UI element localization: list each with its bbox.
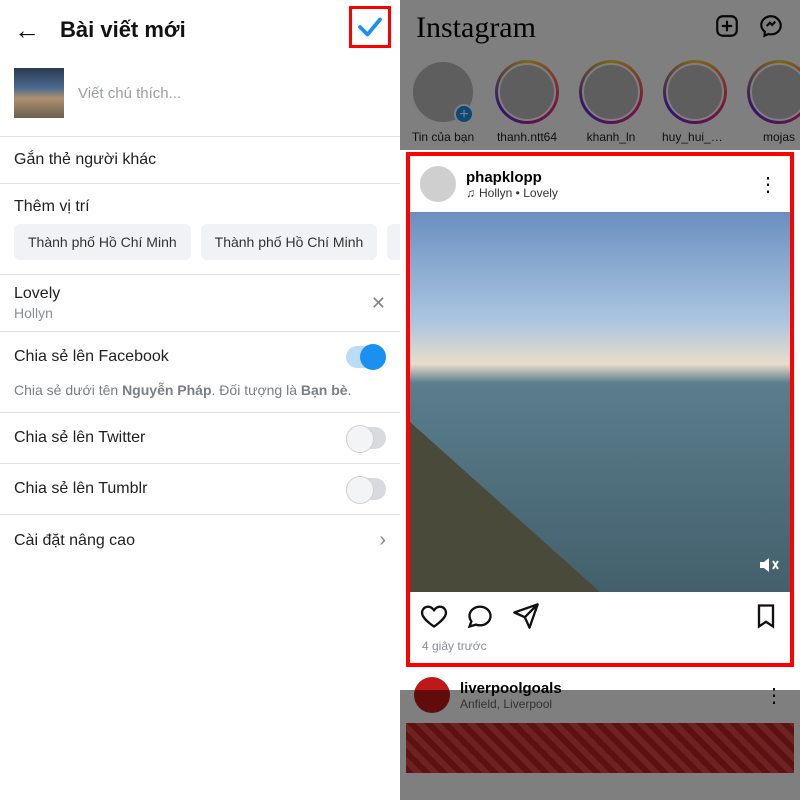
share-tumblr-toggle[interactable] (346, 478, 386, 500)
messenger-icon[interactable] (758, 13, 784, 44)
story-item[interactable]: khanh_ln (578, 60, 644, 144)
new-post-icon[interactable] (714, 13, 740, 44)
music-artist: Hollyn (14, 305, 386, 321)
save-icon[interactable] (752, 602, 780, 635)
story-item[interactable]: mojas (746, 60, 800, 144)
remove-music-icon[interactable]: ✕ (371, 293, 386, 314)
post-music[interactable]: ♫ Hollyn • Lovely (466, 186, 558, 200)
post-avatar[interactable] (420, 166, 456, 202)
story-label: mojas (763, 130, 795, 144)
share-facebook-sub: Chia sẻ dưới tên Nguyễn Pháp. Đối tượng … (0, 382, 400, 412)
location-chip[interactable]: Thành phố Hồ Chí Minh (14, 224, 191, 260)
share-facebook-row[interactable]: Chia sẻ lên Facebook (0, 332, 400, 382)
add-location-label: Thêm vị trí (14, 198, 90, 216)
location-chip[interactable]: Thành phố Hồ Chí Minh (201, 224, 378, 260)
post-avatar[interactable] (414, 677, 450, 713)
feed-post: phapklopp ♫ Hollyn • Lovely ⋮ 4 giây trư… (406, 152, 794, 667)
advanced-settings-row[interactable]: Cài đặt nâng cao › (0, 515, 400, 566)
story-label: thanh.ntt64 (497, 130, 557, 144)
story-your-story[interactable]: + Tin của bạn (410, 60, 476, 144)
back-icon[interactable]: ← (14, 15, 40, 46)
share-twitter-label: Chia sẻ lên Twitter (14, 429, 145, 447)
share-twitter-row[interactable]: Chia sẻ lên Twitter (0, 413, 400, 463)
comment-icon[interactable] (466, 602, 494, 635)
advanced-settings-label: Cài đặt nâng cao (14, 532, 135, 550)
mute-icon[interactable] (756, 553, 780, 582)
story-item[interactable]: thanh.ntt64 (494, 60, 560, 144)
post-image[interactable] (406, 723, 794, 773)
post-thumbnail[interactable] (14, 68, 64, 118)
story-item[interactable]: huy_hui_2903 (662, 60, 728, 144)
share-facebook-toggle[interactable] (346, 346, 386, 368)
post-more-icon[interactable]: ⋮ (764, 683, 786, 708)
music-row[interactable]: Lovely Hollyn ✕ (0, 275, 400, 331)
location-chip[interactable]: T (387, 224, 400, 260)
caption-input[interactable]: Viết chú thích... (78, 85, 181, 102)
location-chips: Thành phố Hồ Chí Minh Thành phố Hồ Chí M… (0, 224, 400, 274)
share-facebook-label: Chia sẻ lên Facebook (14, 348, 169, 366)
share-twitter-toggle[interactable] (346, 427, 386, 449)
story-label: khanh_ln (587, 130, 636, 144)
tag-people-row[interactable]: Gắn thẻ người khác (0, 137, 400, 183)
page-title: Bài viết mới (60, 17, 186, 43)
story-label: huy_hui_2903 (662, 130, 728, 144)
post-more-icon[interactable]: ⋮ (758, 172, 780, 197)
post-username[interactable]: phapklopp (466, 169, 558, 186)
submit-check-button[interactable] (349, 6, 391, 48)
check-icon (355, 12, 385, 42)
instagram-logo: Instagram (416, 11, 536, 45)
tag-people-label: Gắn thẻ người khác (14, 151, 156, 169)
share-tumblr-row[interactable]: Chia sẻ lên Tumblr (0, 464, 400, 514)
share-tumblr-label: Chia sẻ lên Tumblr (14, 480, 147, 498)
stories-row[interactable]: + Tin của bạn thanh.ntt64 khanh_ln huy_h… (400, 56, 800, 152)
post-timestamp: 4 giây trước (410, 639, 790, 663)
chevron-right-icon: › (379, 529, 386, 552)
feed-post-header[interactable]: liverpoolgoals Anfield, Liverpool ⋮ (400, 667, 800, 723)
add-location-row[interactable]: Thêm vị trí (0, 184, 400, 224)
share-icon[interactable] (512, 602, 540, 635)
post-location[interactable]: Anfield, Liverpool (460, 697, 562, 711)
plus-icon: + (454, 104, 474, 124)
story-label: Tin của bạn (412, 130, 474, 144)
like-icon[interactable] (420, 602, 448, 635)
post-image[interactable] (410, 212, 790, 592)
post-username[interactable]: liverpoolgoals (460, 680, 562, 697)
music-title: Lovely (14, 285, 386, 303)
